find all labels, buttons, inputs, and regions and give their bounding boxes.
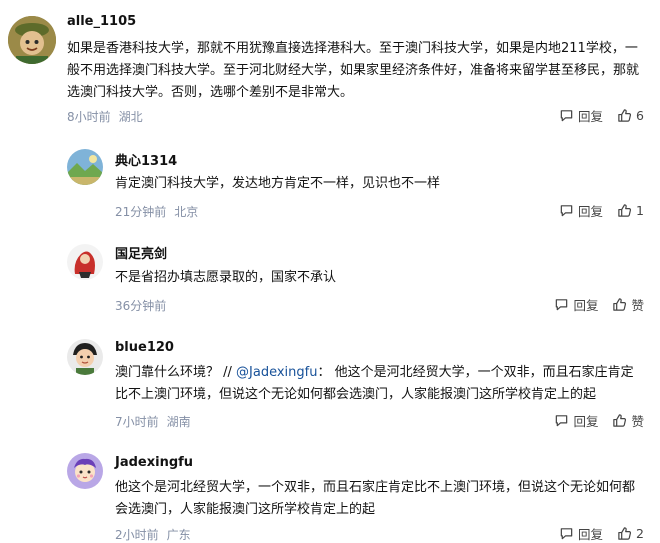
comment-item: alle_1105 如果是香港科技大学，那就不用犹豫直接选择港科大。至于澳门科技… (0, 0, 660, 135)
thumbs-up-icon (613, 298, 627, 311)
reply-icon (560, 528, 573, 540)
comment-username[interactable]: alle_1105 (67, 14, 136, 29)
user-avatar[interactable] (67, 339, 103, 375)
thumbs-up-icon (613, 414, 627, 427)
reply-button[interactable]: 回复 (559, 106, 603, 125)
reply-button[interactable]: 回复 (559, 201, 603, 220)
comment-meta: 8小时前 湖北 (67, 108, 143, 125)
comment-location: 广东 (166, 528, 191, 542)
comment-actions: 回复 赞 (554, 411, 644, 430)
comment-meta: 21分钟前 北京 (115, 203, 198, 220)
like-label: 赞 (631, 414, 644, 429)
comment-username[interactable]: 国足亮剑 (115, 243, 167, 262)
reply-button[interactable]: 回复 (554, 295, 598, 314)
comment-username[interactable]: Jadexingfu (115, 455, 193, 470)
like-label: 赞 (631, 298, 644, 313)
comment-actions: 回复 1 (559, 201, 644, 220)
like-button[interactable]: 赞 (612, 411, 644, 430)
comment-text: 澳门靠什么环境？ // @Jadexingfu： 他这个是河北经贸大学，一个双非… (115, 362, 643, 406)
comment-time: 2小时前 (115, 528, 159, 542)
reply-icon (560, 205, 573, 217)
comment-text-prefix: 澳门靠什么环境？ // (115, 365, 237, 380)
thumbs-up-icon (618, 109, 632, 122)
green-cartoon-avatar-icon (8, 16, 56, 64)
user-avatar[interactable] (8, 16, 56, 64)
reply-icon (556, 415, 568, 427)
comment-meta: 36分钟前 (115, 297, 166, 314)
thumbs-up-icon (618, 527, 632, 540)
reply-label: 回复 (578, 204, 604, 219)
reply-item: 国足亮剑 不是省招办填志愿录取的，国家不承认 36分钟前 回复 赞 (0, 230, 660, 325)
user-avatar[interactable] (67, 149, 103, 185)
comment-actions: 回复 赞 (554, 295, 644, 314)
comment-location: 北京 (174, 205, 199, 219)
landscape-avatar-icon (67, 149, 103, 185)
comment-actions: 回复 6 (559, 106, 644, 125)
user-avatar[interactable] (67, 244, 103, 280)
reply-label: 回复 (578, 109, 604, 124)
thumbs-up-icon (618, 204, 632, 217)
like-button[interactable]: 6 (617, 108, 644, 123)
reply-item: 典心1314 肯定澳门科技大学，发达地方肯定不一样，见识也不一样 21分钟前 北京… (0, 135, 660, 230)
comment-actions: 回复 2 (559, 524, 644, 543)
like-count: 1 (636, 203, 644, 218)
comment-time: 21分钟前 (115, 205, 167, 219)
like-count: 6 (636, 108, 644, 123)
reply-item: blue120 澳门靠什么环境？ // @Jadexingfu： 他这个是河北经… (0, 325, 660, 440)
reply-button[interactable]: 回复 (559, 524, 603, 543)
reply-label: 回复 (578, 527, 604, 542)
comment-username[interactable]: 典心1314 (115, 150, 177, 169)
red-figure-avatar-icon (67, 244, 103, 280)
reply-button[interactable]: 回复 (554, 411, 598, 430)
comment-time: 7小时前 (115, 415, 159, 429)
user-mention-link[interactable]: @Jadexingfu (236, 365, 317, 380)
comment-location: 湖北 (118, 110, 143, 124)
like-button[interactable]: 1 (617, 203, 644, 218)
reply-icon (556, 299, 568, 311)
comment-time: 8小时前 (67, 110, 111, 124)
like-button[interactable]: 2 (617, 526, 644, 541)
cartoon-boy-avatar-icon (67, 339, 103, 375)
purple-cartoon-avatar-icon (67, 453, 103, 489)
comment-location: 湖南 (166, 415, 191, 429)
reply-label: 回复 (573, 298, 599, 313)
comment-time: 36分钟前 (115, 299, 167, 313)
comment-meta: 7小时前 湖南 (115, 413, 191, 430)
user-avatar[interactable] (67, 453, 103, 489)
comment-text: 肯定澳门科技大学，发达地方肯定不一样，见识也不一样 (115, 176, 441, 191)
comment-text: 不是省招办填志愿录取的，国家不承认 (115, 270, 337, 285)
comment-meta: 2小时前 广东 (115, 526, 191, 543)
comment-username[interactable]: blue120 (115, 340, 174, 355)
reply-item: Jadexingfu 他这个是河北经贸大学，一个双非，而且石家庄肯定比不上澳门环… (0, 440, 660, 543)
like-button[interactable]: 赞 (612, 295, 644, 314)
reply-label: 回复 (573, 414, 599, 429)
comment-text: 他这个是河北经贸大学，一个双非，而且石家庄肯定比不上澳门环境，但说这个无论如何都… (115, 480, 636, 517)
like-count: 2 (636, 526, 644, 541)
reply-icon (560, 110, 573, 122)
comment-text: 如果是香港科技大学，那就不用犹豫直接选择港科大。至于澳门科技大学，如果是内地21… (67, 41, 640, 100)
